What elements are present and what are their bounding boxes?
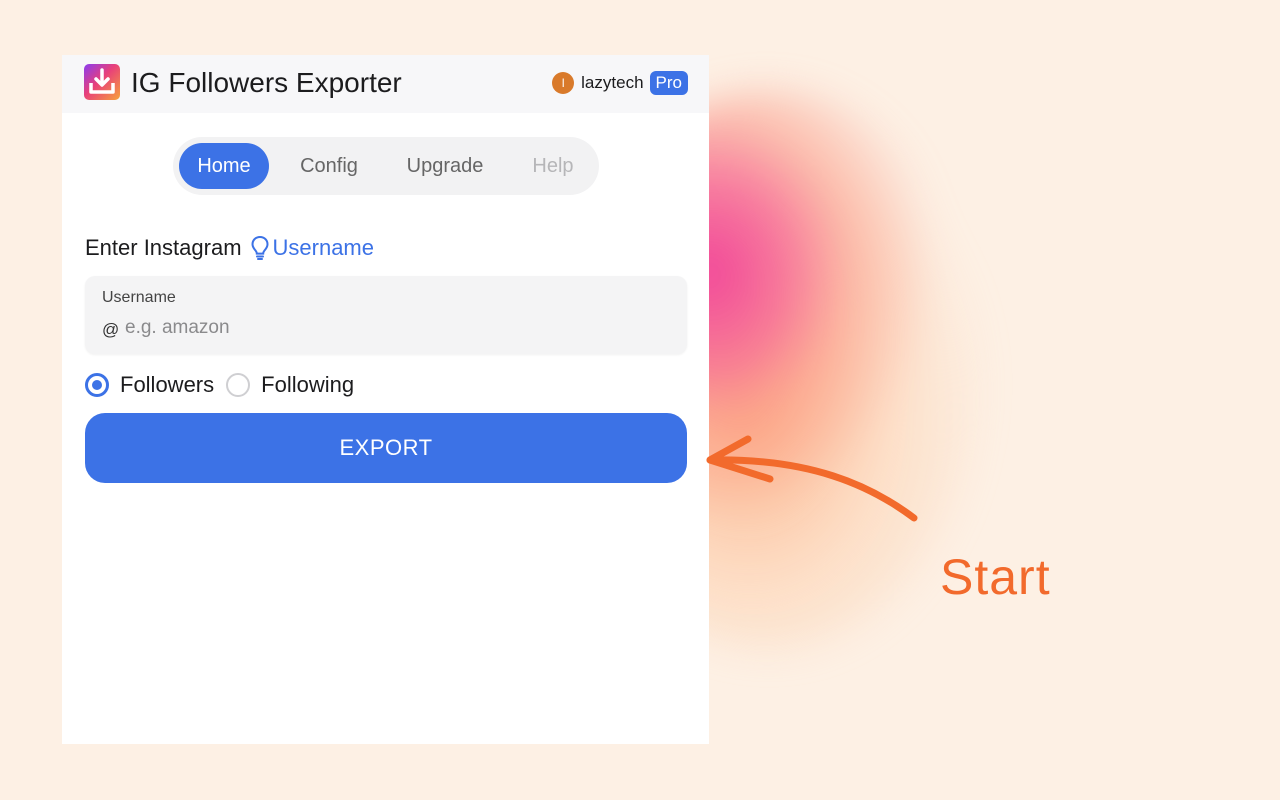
user-name: lazytech	[581, 73, 644, 92]
section-label: Enter Instagram Username	[85, 235, 374, 261]
popup-header: IG Followers Exporter l lazytech Pro	[62, 55, 709, 113]
tab-home[interactable]: Home	[179, 143, 269, 189]
following-radio[interactable]	[226, 373, 251, 397]
followers-radio[interactable]	[85, 373, 109, 397]
mode-radio-group: Followers Following	[85, 370, 366, 400]
username-input-container[interactable]: Username @	[85, 276, 687, 354]
tab-upgrade[interactable]: Upgrade	[395, 143, 495, 189]
download-tray-icon	[84, 64, 120, 100]
user-account[interactable]: l lazytech Pro	[552, 70, 688, 96]
tab-help[interactable]: Help	[513, 143, 593, 189]
section-label-text: Enter Instagram	[85, 235, 242, 260]
username-input[interactable]	[125, 314, 665, 342]
followers-radio-label[interactable]: Followers	[120, 372, 214, 398]
plan-badge: Pro	[649, 71, 688, 95]
extension-popup: IG Followers Exporter l lazytech Pro Hom…	[62, 55, 709, 744]
lightbulb-icon[interactable]	[250, 235, 270, 261]
export-button[interactable]: EXPORT	[85, 413, 687, 483]
at-prefix: @	[102, 320, 120, 339]
app-title: IG Followers Exporter	[131, 67, 402, 98]
start-callout: Start	[940, 549, 1051, 605]
username-help-link[interactable]: Username	[273, 235, 374, 261]
tab-config[interactable]: Config	[283, 143, 375, 189]
nav-tabs: Home Config Upgrade Help	[173, 137, 599, 195]
curved-arrow-icon	[706, 435, 918, 522]
username-input-label: Username	[102, 289, 176, 306]
following-radio-label[interactable]: Following	[261, 372, 354, 398]
avatar: l	[552, 72, 575, 94]
